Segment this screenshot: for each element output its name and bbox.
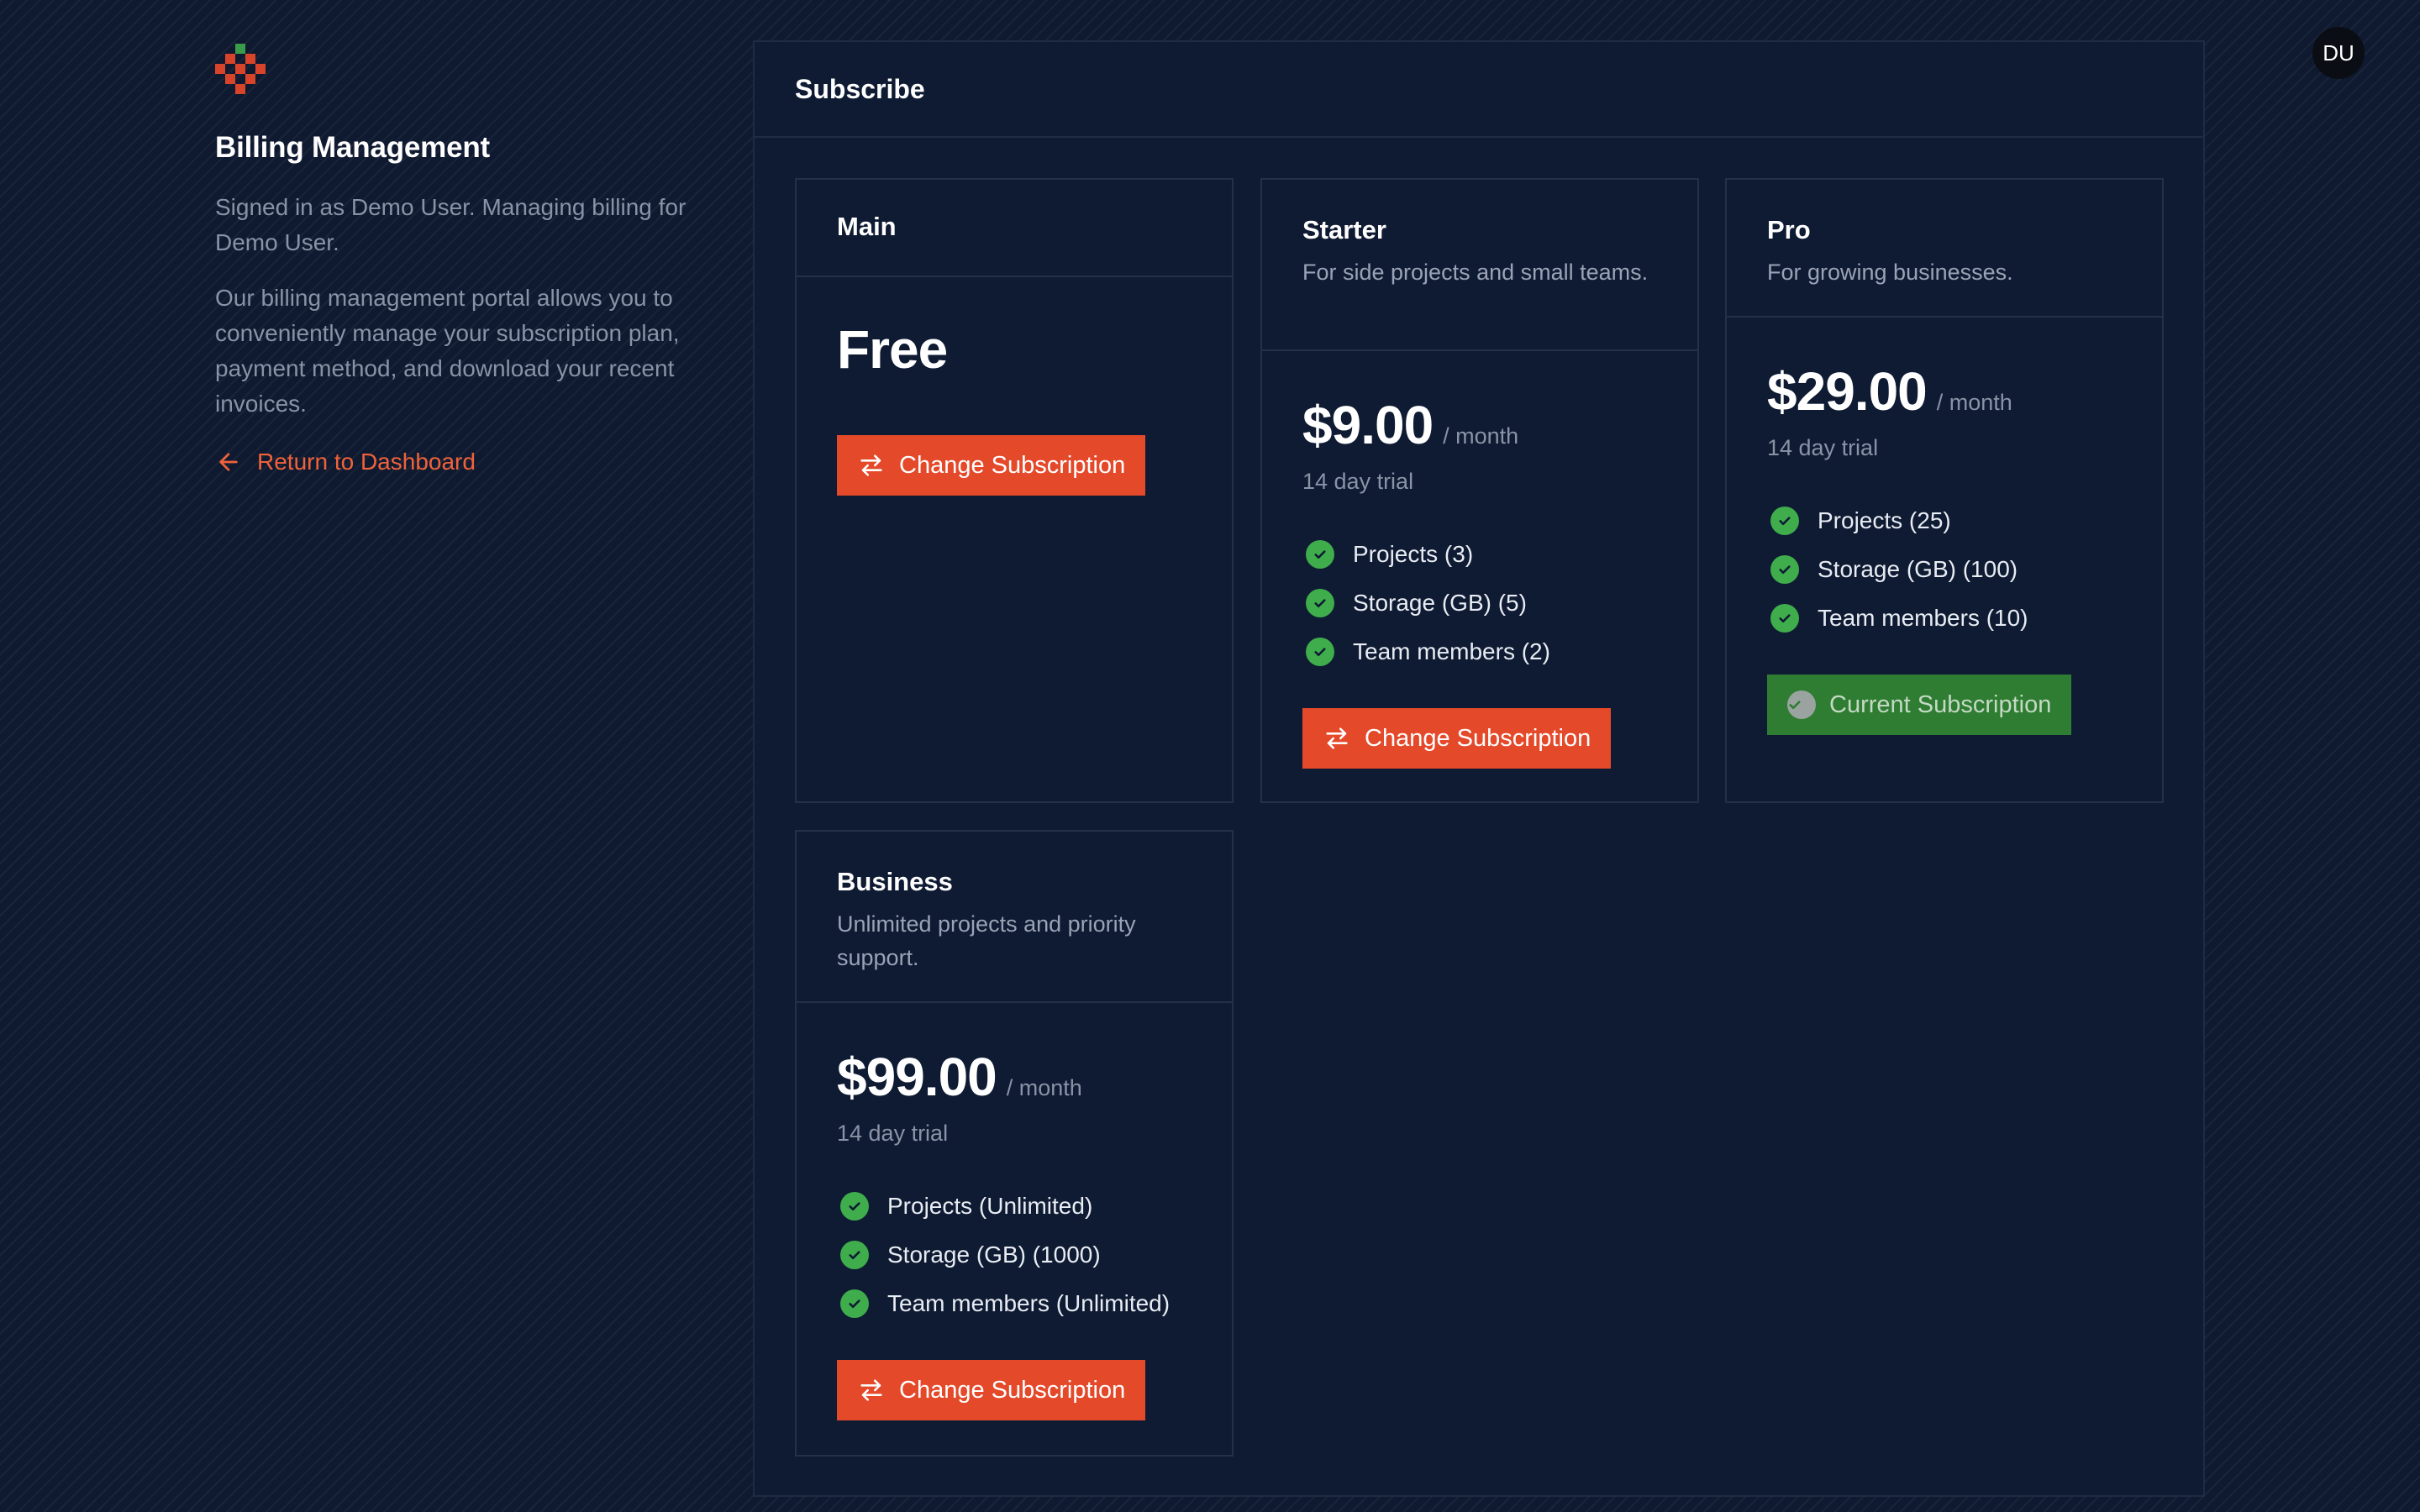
current-subscription-button[interactable]: Current Subscription <box>1767 675 2072 735</box>
check-circle-icon <box>1787 690 1816 719</box>
signed-in-text: Signed in as Demo User. Managing billing… <box>215 194 687 255</box>
feature-item: Storage (GB) (5) <box>1302 579 1657 627</box>
feature-label: Team members (Unlimited) <box>887 1290 1171 1316</box>
change-subscription-button[interactable]: Change Subscription <box>1302 708 1612 769</box>
feature-label: Storage (GB) (1000) <box>887 1242 1101 1268</box>
plan-description: For side projects and small teams. <box>1302 260 1649 285</box>
plan-card-header: Main <box>797 180 1232 277</box>
plan-card-header: Business Unlimited projects and priority… <box>797 832 1232 1003</box>
check-circle-icon <box>1770 604 1799 633</box>
check-circle-icon <box>1306 638 1334 666</box>
plan-description: Unlimited projects and priority support. <box>837 911 1136 970</box>
user-avatar[interactable]: DU <box>2312 27 2365 79</box>
plan-card-starter: Starter For side projects and small team… <box>1260 178 1699 803</box>
feature-label: Projects (25) <box>1818 507 1951 533</box>
sidebar: Billing Management Signed in as Demo Use… <box>215 44 702 475</box>
swap-arrows-icon <box>860 1379 882 1401</box>
plan-card-business: Business Unlimited projects and priority… <box>795 830 1234 1457</box>
portal-description: Our billing management portal allows you… <box>215 285 680 417</box>
panel-header: Subscribe <box>755 42 2203 138</box>
plan-name: Business <box>837 867 953 896</box>
button-label: Change Subscription <box>1365 724 1591 752</box>
check-circle-icon <box>1770 507 1799 535</box>
check-circle-icon <box>840 1241 869 1269</box>
plan-name: Main <box>837 212 897 241</box>
feature-label: Storage (GB) (100) <box>1818 556 2018 582</box>
brand-logo-icon <box>215 44 266 102</box>
plan-price: $9.00 <box>1302 395 1434 455</box>
check-circle-icon <box>1770 555 1799 584</box>
plan-card-main: Main Free Change Subscription <box>795 178 1234 803</box>
plan-card-header: Starter For side projects and small team… <box>1262 180 1697 351</box>
feature-item: Projects (3) <box>1302 530 1657 579</box>
billing-period: / month <box>1006 1075 1082 1100</box>
check-circle-icon <box>1306 540 1334 569</box>
trial-text: 14 day trial <box>1302 469 1414 494</box>
trial-text: 14 day trial <box>837 1121 949 1146</box>
swap-arrows-icon <box>1326 727 1348 749</box>
feature-item: Projects (Unlimited) <box>837 1182 1192 1231</box>
feature-item: Team members (2) <box>1302 627 1657 676</box>
check-circle-icon <box>840 1289 869 1318</box>
feature-label: Team members (2) <box>1353 638 1550 664</box>
billing-period: / month <box>1936 390 2012 415</box>
subscribe-panel: Subscribe Main Free Change Subscription … <box>753 40 2205 1497</box>
feature-list: Projects (25) Storage (GB) (100) Team me… <box>1767 496 2122 643</box>
change-subscription-button[interactable]: Change Subscription <box>837 1360 1146 1420</box>
check-circle-icon <box>1306 589 1334 617</box>
plan-price: $29.00 <box>1767 361 1928 422</box>
plan-description: For growing businesses. <box>1767 260 2013 285</box>
check-circle-icon <box>840 1192 869 1221</box>
button-label: Change Subscription <box>899 1376 1126 1404</box>
page-title: Billing Management <box>215 131 490 164</box>
billing-period: / month <box>1443 423 1519 449</box>
feature-list: Projects (3) Storage (GB) (5) Team membe… <box>1302 530 1657 676</box>
feature-item: Storage (GB) (100) <box>1767 545 2122 594</box>
feature-label: Team members (10) <box>1818 605 2028 631</box>
plan-name: Pro <box>1767 215 1811 244</box>
change-subscription-button[interactable]: Change Subscription <box>837 435 1146 496</box>
feature-list: Projects (Unlimited) Storage (GB) (1000)… <box>837 1182 1192 1328</box>
plan-price: Free <box>837 319 948 380</box>
plan-price: $99.00 <box>837 1047 997 1107</box>
plan-card-pro: Pro For growing businesses. $29.00 / mon… <box>1725 178 2164 803</box>
return-link-label: Return to Dashboard <box>257 449 476 475</box>
button-label: Change Subscription <box>899 451 1126 479</box>
plan-card-header: Pro For growing businesses. <box>1727 180 2162 318</box>
feature-label: Storage (GB) (5) <box>1353 590 1527 616</box>
button-label: Current Subscription <box>1829 690 2052 718</box>
swap-arrows-icon <box>860 454 882 476</box>
plan-name: Starter <box>1302 215 1386 244</box>
feature-label: Projects (3) <box>1353 541 1474 567</box>
arrow-left-icon <box>219 453 238 471</box>
return-to-dashboard-link[interactable]: Return to Dashboard <box>215 449 702 475</box>
panel-title: Subscribe <box>795 73 925 104</box>
feature-item: Projects (25) <box>1767 496 2122 545</box>
trial-text: 14 day trial <box>1767 435 1879 460</box>
feature-item: Team members (10) <box>1767 594 2122 643</box>
feature-item: Storage (GB) (1000) <box>837 1231 1192 1279</box>
feature-label: Projects (Unlimited) <box>887 1193 1093 1219</box>
feature-item: Team members (Unlimited) <box>837 1279 1192 1328</box>
